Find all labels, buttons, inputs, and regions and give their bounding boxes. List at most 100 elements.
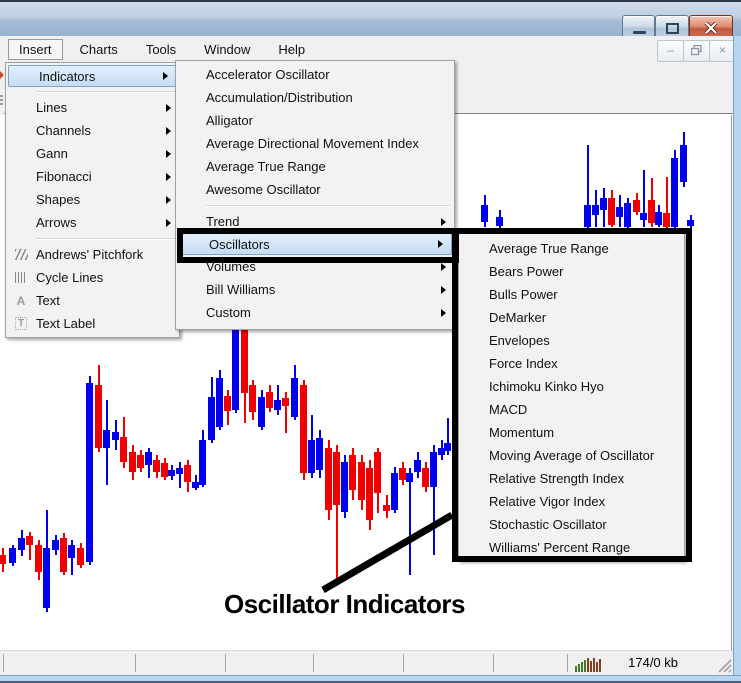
menu-item-label: Cycle Lines <box>36 270 104 285</box>
menu-item-custom[interactable]: Custom <box>176 301 454 324</box>
candle-body <box>481 205 488 222</box>
candle-body <box>168 470 175 476</box>
menu-item-label: Gann <box>36 146 68 161</box>
mdi-minimize-button[interactable]: – <box>657 40 684 62</box>
status-separator <box>313 654 314 672</box>
candle-body <box>444 443 451 451</box>
candle-body <box>680 145 687 182</box>
menu-item-awesome-oscillator[interactable]: Awesome Oscillator <box>176 178 454 201</box>
menu-item-trend[interactable]: Trend <box>176 210 454 233</box>
submenu-arrow-icon <box>438 240 443 248</box>
menu-bar-item-insert[interactable]: Insert <box>8 38 63 60</box>
menu-item-stochastic-oscillator[interactable]: Stochastic Oscillator <box>459 513 684 536</box>
menu-item-average-directional-movement-index[interactable]: Average Directional Movement Index <box>176 132 454 155</box>
menu-item-moving-average-of-oscillator[interactable]: Moving Average of Oscillator <box>459 444 684 467</box>
menu-item-relative-strength-index[interactable]: Relative Strength Index <box>459 467 684 490</box>
menu-item-oscillators[interactable]: Oscillators <box>178 233 452 255</box>
annotation-label: Oscillator Indicators <box>224 589 465 619</box>
menu-item-fibonacci[interactable]: Fibonacci <box>6 165 179 188</box>
menu-item-lines[interactable]: Lines <box>6 96 179 119</box>
menu-item-bill-williams[interactable]: Bill Williams <box>176 278 454 301</box>
traffic-bars-icon <box>575 658 601 672</box>
menu-item-label: Bill Williams <box>206 282 276 297</box>
menu-item-force-index[interactable]: Force Index <box>459 352 684 375</box>
candle-body <box>199 440 206 485</box>
menu-item-accumulation-distribution[interactable]: Accumulation/Distribution <box>176 86 454 109</box>
menu-item-label: Average Directional Movement Index <box>206 136 419 151</box>
window-border-bottom <box>0 675 741 683</box>
candle-body <box>391 473 398 510</box>
candle-body <box>374 452 381 493</box>
mdi-restore-button[interactable] <box>683 40 710 62</box>
menu-bar-item-tools[interactable]: Tools <box>135 39 187 60</box>
candle-wick <box>409 468 411 575</box>
menu-item-gann[interactable]: Gann <box>6 142 179 165</box>
menu-item-alligator[interactable]: Alligator <box>176 109 454 132</box>
menu-item-label: Volumes <box>206 259 256 274</box>
menu-item-text[interactable]: A Text <box>6 289 179 312</box>
menu-item-bulls-power[interactable]: Bulls Power <box>459 283 684 306</box>
candle-body <box>282 398 289 406</box>
candle-body <box>129 452 136 472</box>
menu-item-average-true-range[interactable]: Average True Range <box>459 237 684 260</box>
oscillators-submenu: Average True Range Bears Power Bulls Power… <box>458 233 685 561</box>
status-separator <box>403 654 404 672</box>
menu-bar-item-window[interactable]: Window <box>193 39 261 60</box>
menu-item-label: Relative Strength Index <box>489 471 625 486</box>
menu-item-macd[interactable]: MACD <box>459 398 684 421</box>
pitchfork-icon <box>6 249 36 260</box>
status-separator <box>567 654 568 672</box>
candle-body <box>60 538 67 572</box>
menu-item-text-label[interactable]: T Text Label <box>6 312 179 335</box>
candle-body <box>266 392 273 408</box>
candle-body <box>366 468 373 520</box>
status-separator <box>135 654 136 672</box>
candle-body <box>95 385 102 448</box>
menu-item-label: Ichimoku Kinko Hyo <box>489 379 604 394</box>
network-kb-label: 174/0 kb <box>628 655 678 670</box>
candle-body <box>358 462 365 500</box>
menu-item-relative-vigor-index[interactable]: Relative Vigor Index <box>459 490 684 513</box>
menu-item-label: DeMarker <box>489 310 547 325</box>
menu-item-label: Oscillators <box>209 236 270 252</box>
menu-item-andrews-pitchfork[interactable]: Andrews' Pitchfork <box>6 243 179 266</box>
candle-body <box>648 200 655 223</box>
mdi-close-button[interactable]: × <box>709 40 736 62</box>
menu-item-volumes[interactable]: Volumes <box>176 255 454 278</box>
application-window: Insert Charts Tools Window Help – × Indi… <box>0 0 741 683</box>
menu-bar-item-help[interactable]: Help <box>267 39 316 60</box>
menu-item-label: Indicators <box>39 68 96 84</box>
candle-body <box>663 213 670 227</box>
candle-body <box>406 473 413 482</box>
menu-bar-item-charts[interactable]: Charts <box>69 39 129 60</box>
menu-item-channels[interactable]: Channels <box>6 119 179 142</box>
menu-item-cycle-lines[interactable]: Cycle Lines <box>6 266 179 289</box>
tool-fragment-icon <box>0 95 3 105</box>
menu-item-bears-power[interactable]: Bears Power <box>459 260 684 283</box>
menu-item-label: Accumulation/Distribution <box>206 90 353 105</box>
candle-body <box>592 205 599 215</box>
candle-body <box>192 482 199 488</box>
menu-item-label: Text Label <box>36 316 96 331</box>
menu-item-arrows[interactable]: Arrows <box>6 211 179 234</box>
menu-item-shapes[interactable]: Shapes <box>6 188 179 211</box>
resize-grip-icon[interactable] <box>718 659 733 673</box>
candle-body <box>399 468 406 480</box>
menu-item-envelopes[interactable]: Envelopes <box>459 329 684 352</box>
candle-body <box>308 440 315 473</box>
candle-body <box>349 455 356 490</box>
menu-item-label: Bulls Power <box>489 287 558 302</box>
menu-item-ichimoku-kinko-hyo[interactable]: Ichimoku Kinko Hyo <box>459 375 684 398</box>
candle-body <box>325 448 332 510</box>
candle-body <box>208 397 215 440</box>
candle-wick <box>179 462 181 488</box>
menu-item-average-true-range[interactable]: Average True Range <box>176 155 454 178</box>
menu-item-momentum[interactable]: Momentum <box>459 421 684 444</box>
menu-item-label: Custom <box>206 305 251 320</box>
menu-separator <box>176 201 454 210</box>
menu-item-indicators[interactable]: Indicators <box>8 65 177 87</box>
menu-item-accelerator-oscillator[interactable]: Accelerator Oscillator <box>176 63 454 86</box>
menu-item-label: Lines <box>36 100 68 115</box>
menu-item-demarker[interactable]: DeMarker <box>459 306 684 329</box>
menu-item-williams-percent-range[interactable]: Williams' Percent Range <box>459 536 684 559</box>
